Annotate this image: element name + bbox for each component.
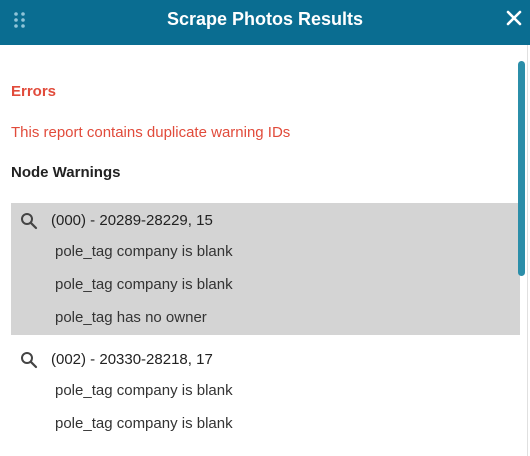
close-icon[interactable] [505,9,523,27]
warning-text: pole_tag company is blank [55,276,233,293]
dialog-titlebar[interactable]: Scrape Photos Results [0,0,530,45]
warning-text: pole_tag company is blank [55,415,233,432]
node-warning-group[interactable]: (000) - 20289-28229, 15 pole_tag company… [11,203,520,335]
warning-item: pole_tag company is blank [11,236,520,269]
scrape-photos-results-dialog: Scrape Photos Results Errors This report… [0,0,530,456]
search-icon[interactable] [20,212,38,230]
warning-item: pole_tag company is blank [11,408,520,441]
errors-heading: Errors [11,83,57,100]
warning-text: pole_tag has no owner [55,309,207,326]
warning-item: pole_tag has no owner [11,302,520,335]
node-warnings-heading: Node Warnings [11,164,121,181]
node-row[interactable]: (002) - 20330-28218, 17 [11,342,520,375]
node-row[interactable]: (000) - 20289-28229, 15 [11,203,520,236]
node-warning-group[interactable]: (002) - 20330-28218, 17 pole_tag company… [11,342,520,441]
warning-text: pole_tag company is blank [55,243,233,260]
node-id-link[interactable]: (000) - 20289-28229, 15 [51,212,213,230]
error-message: This report contains duplicate warning I… [11,124,291,141]
search-icon[interactable] [20,351,38,369]
warning-item: pole_tag company is blank [11,269,520,302]
warning-text: pole_tag company is blank [55,382,233,399]
warning-item: pole_tag company is blank [11,375,520,408]
vertical-scrollbar[interactable] [518,61,525,276]
dialog-content: Errors This report contains duplicate wa… [0,45,520,456]
node-id-link[interactable]: (002) - 20330-28218, 17 [51,351,213,369]
content-border [527,45,528,456]
dialog-title: Scrape Photos Results [166,9,364,29]
